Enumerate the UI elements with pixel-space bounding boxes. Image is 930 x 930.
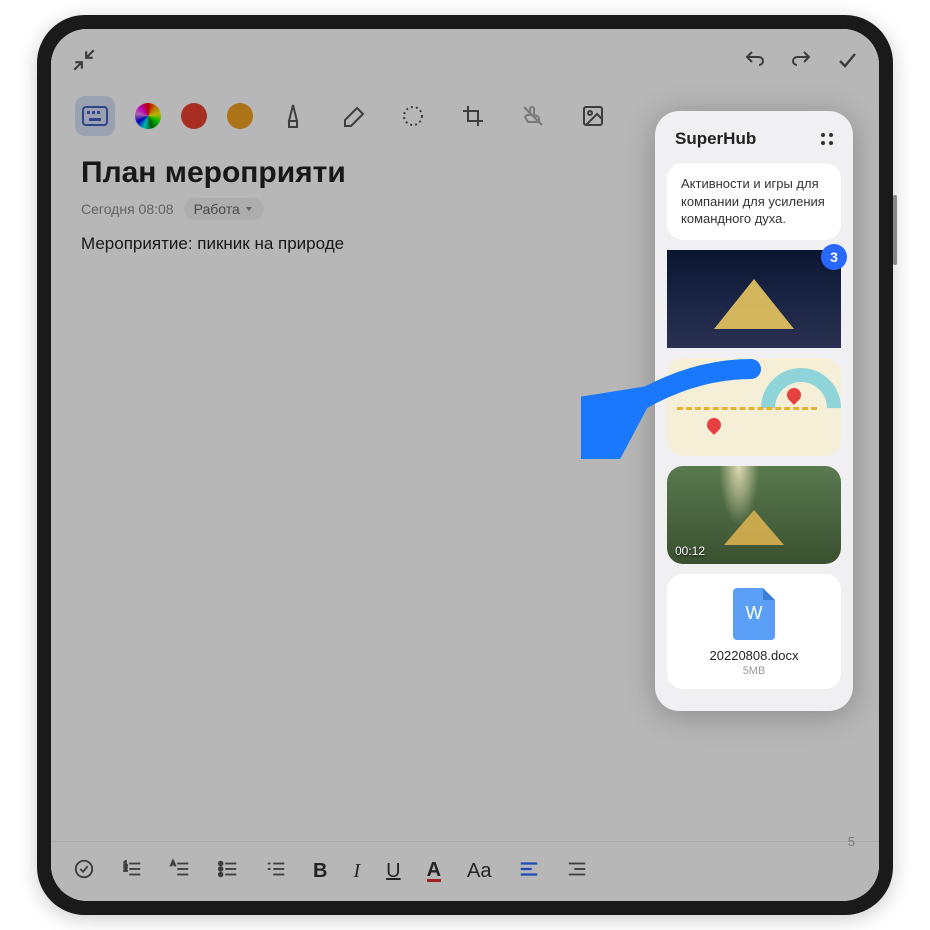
screen: План мероприяти Сегодня 08:08 Работа Мер… bbox=[51, 29, 879, 901]
tablet-frame: План мероприяти Сегодня 08:08 Работа Мер… bbox=[37, 15, 893, 915]
list-numbered-icon[interactable]: 12 bbox=[121, 858, 143, 885]
font-size-button[interactable]: Aa bbox=[467, 860, 491, 883]
list-alpha-icon[interactable]: A bbox=[169, 858, 191, 885]
video-duration: 00:12 bbox=[675, 544, 705, 558]
drag-handle-icon[interactable] bbox=[821, 133, 833, 145]
file-name: 20220808.docx bbox=[675, 648, 833, 663]
power-button[interactable] bbox=[893, 195, 897, 265]
superhub-file-item[interactable]: W 20220808.docx 5MB bbox=[667, 574, 841, 689]
crop-icon[interactable] bbox=[453, 96, 493, 136]
superhub-header: SuperHub bbox=[667, 123, 841, 163]
redo-icon[interactable] bbox=[789, 48, 813, 77]
note-timestamp: Сегодня 08:08 bbox=[81, 201, 174, 217]
image-icon[interactable] bbox=[573, 96, 613, 136]
color-wheel-icon[interactable] bbox=[135, 103, 161, 129]
eraser-icon[interactable] bbox=[333, 96, 373, 136]
checklist-icon[interactable] bbox=[73, 858, 95, 885]
doc-icon: W bbox=[733, 588, 775, 640]
keyboard-tool[interactable] bbox=[75, 96, 115, 136]
svg-text:2: 2 bbox=[124, 866, 128, 873]
align-right-icon[interactable] bbox=[566, 858, 588, 885]
count-badge: 3 bbox=[821, 244, 847, 270]
fingerdraw-icon[interactable] bbox=[513, 96, 553, 136]
map-thumbnail bbox=[667, 358, 841, 456]
superhub-video-item[interactable]: 00:12 bbox=[667, 466, 841, 564]
image-thumbnail-night bbox=[667, 250, 841, 348]
color-orange[interactable] bbox=[227, 103, 253, 129]
note-tag[interactable]: Работа bbox=[184, 198, 264, 220]
italic-button[interactable]: I bbox=[353, 860, 360, 883]
highlighter-icon[interactable] bbox=[273, 96, 313, 136]
superhub-text-item[interactable]: Активности и игры для компании для усиле… bbox=[667, 163, 841, 240]
chevron-down-icon bbox=[244, 204, 254, 214]
file-size: 5MB bbox=[675, 665, 833, 677]
text-color-button[interactable]: A bbox=[427, 861, 441, 882]
bold-button[interactable]: B bbox=[313, 860, 327, 883]
page-number: 5 bbox=[848, 834, 855, 849]
undo-icon[interactable] bbox=[743, 48, 767, 77]
underline-button[interactable]: U bbox=[386, 860, 400, 883]
superhub-title: SuperHub bbox=[675, 129, 756, 149]
svg-text:A: A bbox=[171, 860, 176, 867]
collapse-icon[interactable] bbox=[71, 47, 97, 78]
check-icon[interactable] bbox=[835, 48, 859, 77]
superhub-map-item[interactable] bbox=[667, 358, 841, 456]
align-left-icon[interactable] bbox=[518, 858, 540, 885]
superhub-panel[interactable]: SuperHub Активности и игры для компании … bbox=[655, 111, 853, 711]
list-bullet-icon[interactable] bbox=[217, 858, 239, 885]
video-thumbnail: 00:12 bbox=[667, 466, 841, 564]
list-dash-icon[interactable] bbox=[265, 858, 287, 885]
format-toolbar: 12 A B I U A Aa bbox=[51, 841, 879, 901]
color-red[interactable] bbox=[181, 103, 207, 129]
top-bar bbox=[51, 29, 879, 78]
superhub-image-item[interactable]: 3 bbox=[667, 250, 841, 348]
lasso-icon[interactable] bbox=[393, 96, 433, 136]
